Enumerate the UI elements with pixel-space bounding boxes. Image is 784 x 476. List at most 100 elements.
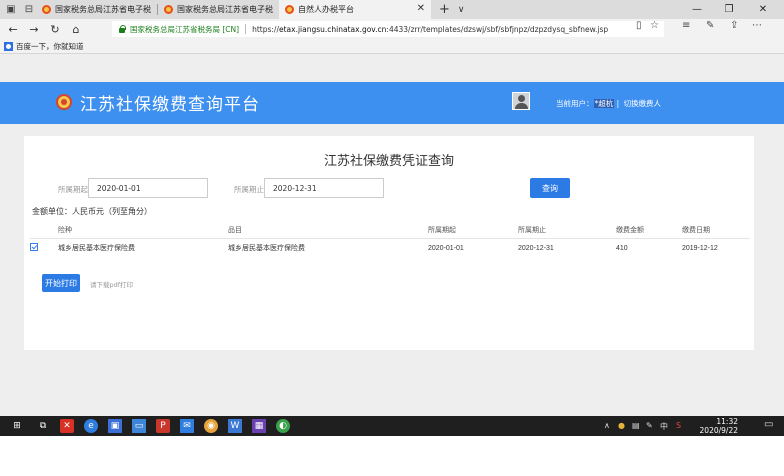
input-method-indicator[interactable]: 中 [660, 421, 668, 432]
restore-window-icon[interactable]: ❐ [716, 0, 742, 19]
lock-icon [118, 25, 126, 33]
end-period-label: 所属期止: [234, 185, 267, 194]
task-view-icon[interactable]: ⧉ [36, 419, 50, 433]
tax-favicon-icon [164, 5, 173, 14]
user-name: *超杭 [593, 99, 615, 108]
clock-time: 11:32 [716, 417, 738, 426]
browser-tab-2[interactable]: 国家税务总局江苏省电子税 [158, 0, 279, 19]
forward-arrow-icon[interactable]: → [26, 21, 42, 37]
tax-favicon-icon [42, 5, 51, 14]
tab-label: 国家税务总局江苏省电子税 [177, 5, 273, 14]
store-bag-icon[interactable]: ▣ [108, 419, 122, 433]
tax-app-icon[interactable]: ◉ [204, 419, 218, 433]
home-icon[interactable]: ⌂ [68, 21, 84, 37]
grid-app-icon[interactable]: ▦ [252, 419, 266, 433]
cell-item: 城乡居民基本医疗保险费 [228, 244, 305, 253]
favorite-star-icon[interactable]: ☆ [650, 20, 659, 31]
end-period-input[interactable]: 2020-12-31 [264, 178, 384, 198]
start-period-input[interactable]: 2020-01-01 [88, 178, 208, 198]
column-header-amount: 缴费金额 [616, 222, 682, 239]
url-host: etax.jiangsu.chinatax.gov.cn [278, 24, 387, 34]
url-divider [245, 24, 247, 34]
national-emblem-icon [56, 94, 72, 110]
current-user-info: 当前用户：*超杭 | 切换缴费人 [556, 98, 661, 109]
tab-actions-icon[interactable]: ▣ [4, 3, 18, 17]
page-title: 江苏社保缴费凭证查询 [323, 154, 454, 169]
browser-tab-1[interactable]: 国家税务总局江苏省电子税 [36, 0, 157, 19]
tab-list-chevron-icon[interactable]: ∨ [458, 5, 465, 15]
page-viewport: 江苏社保缴费查询平台 当前用户：*超杭 | 切换缴费人 江苏社保缴费凭证查询 所… [0, 54, 784, 416]
reading-view-icon[interactable]: ▯ [636, 20, 642, 31]
url-path: :4433/zrr/templates/dzswj/sbf/sbfjnpz/dz… [386, 24, 609, 34]
mail-icon[interactable]: ✉ [180, 419, 194, 433]
cell-start: 2020-01-01 [428, 244, 464, 252]
table-header-row: 险种 品目 所属期起 所属期止 缴费金额 缴费日期 [30, 222, 750, 239]
cell-end: 2020-12-31 [518, 244, 554, 252]
browser-tab-3-active[interactable]: 自然人办税平台 ✕ [279, 0, 431, 19]
app-x-icon[interactable]: ✕ [60, 419, 74, 433]
tax-favicon-icon [285, 5, 294, 14]
favorites-bar: 百度一下，你就知道 [0, 39, 784, 54]
wechat-icon[interactable]: ◐ [276, 419, 290, 433]
file-explorer-icon[interactable]: ▭ [132, 419, 146, 433]
url-text: https://etax.jiangsu.chinatax.gov.cn:443… [252, 25, 608, 34]
network-icon[interactable]: ▤ [632, 421, 640, 430]
notifications-icon[interactable]: ▭ [764, 419, 773, 430]
share-icon[interactable]: ⇪ [730, 20, 738, 31]
wps-presentation-icon[interactable]: P [156, 419, 170, 433]
user-info-separator: | [616, 99, 620, 108]
windows-taskbar: ⊞ ⧉ ✕ e ▣ ▭ P ✉ ◉ W ▦ ◐ ∧ ● ▤ ✎ 中 S 11:3… [0, 416, 784, 436]
query-card: 江苏社保缴费凭证查询 所属期起: 2020-01-01 所属期止: 2020-1… [24, 136, 754, 350]
site-title: 江苏社保缴费查询平台 [80, 95, 260, 115]
word-doc-icon[interactable]: W [228, 419, 242, 433]
back-arrow-icon[interactable]: ← [5, 21, 21, 37]
browser-address-bar: ← → ↻ ⌂ 国家税务总局江苏省税务局 [CN] https://etax.j… [0, 19, 784, 39]
tray-app-icon[interactable]: ● [618, 421, 625, 430]
select-column-header [30, 222, 58, 239]
cell-amount: 410 [616, 244, 628, 252]
table-row: 城乡居民基本医疗保险费 城乡居民基本医疗保险费 2020-01-01 2020-… [30, 238, 750, 258]
current-user-label: 当前用户： [556, 99, 594, 108]
minimize-window-icon[interactable]: — [684, 0, 710, 19]
windows-start-icon[interactable]: ⊞ [10, 419, 24, 433]
switch-payer-link[interactable]: 切换缴费人 [624, 99, 662, 108]
more-menu-icon[interactable]: ⋯ [752, 20, 762, 31]
column-header-item: 品目 [228, 222, 428, 239]
url-prefix: https:// [252, 24, 279, 34]
edge-browser-icon[interactable]: e [84, 419, 98, 433]
query-button[interactable]: 查询 [530, 178, 570, 198]
payment-records-table: 险种 品目 所属期起 所属期止 缴费金额 缴费日期 城乡居民基本医疗保险费 城乡… [30, 222, 750, 258]
sogou-ime-icon[interactable]: S [676, 421, 681, 430]
amount-unit-note: 金额单位：人民币元（列至角分） [32, 207, 152, 216]
column-header-insurance: 险种 [58, 222, 228, 239]
pen-icon[interactable]: ✎ [646, 421, 653, 430]
close-tab-icon[interactable]: ✕ [417, 3, 425, 14]
system-clock[interactable]: 11:32 2020/9/22 [690, 417, 738, 435]
site-header: 江苏社保缴费查询平台 当前用户：*超杭 | 切换缴费人 [0, 82, 784, 124]
refresh-icon[interactable]: ↻ [47, 21, 63, 37]
favorite-item-baidu[interactable]: 百度一下，你就知道 [16, 41, 84, 52]
set-aside-tabs-icon[interactable]: ⊟ [22, 3, 36, 17]
column-header-end: 所属期止 [518, 222, 616, 239]
site-identity: 国家税务总局江苏省税务局 [CN] [130, 24, 240, 34]
cell-date: 2019-12-12 [682, 244, 718, 252]
screen-bottom-margin [0, 436, 784, 476]
tab-label: 自然人办税平台 [298, 5, 354, 14]
tray-expand-icon[interactable]: ∧ [604, 421, 610, 430]
baidu-paw-icon [4, 41, 13, 51]
clock-date: 2020/9/22 [699, 426, 738, 435]
new-tab-button[interactable]: + [439, 2, 450, 17]
column-header-start: 所属期起 [428, 222, 518, 239]
row-select-checkbox[interactable] [30, 243, 38, 252]
column-header-date: 缴费日期 [682, 222, 750, 239]
favorites-hub-icon[interactable]: ≡ [682, 20, 690, 31]
browser-tab-strip: ▣ ⊟ 国家税务总局江苏省电子税 国家税务总局江苏省电子税 自然人办税平台 ✕ … [0, 0, 784, 19]
start-print-button[interactable]: 开始打印 [42, 274, 80, 292]
notes-pen-icon[interactable]: ✎ [706, 20, 714, 31]
start-period-label: 所属期起: [58, 185, 91, 194]
url-field[interactable]: 国家税务总局江苏省税务局 [CN] https://etax.jiangsu.c… [112, 21, 664, 37]
tab-label: 国家税务总局江苏省电子税 [55, 5, 151, 14]
cell-insurance: 城乡居民基本医疗保险费 [58, 244, 135, 253]
close-window-icon[interactable]: ✕ [750, 0, 776, 19]
download-pdf-link[interactable]: 请下载pdf打印 [90, 279, 133, 289]
